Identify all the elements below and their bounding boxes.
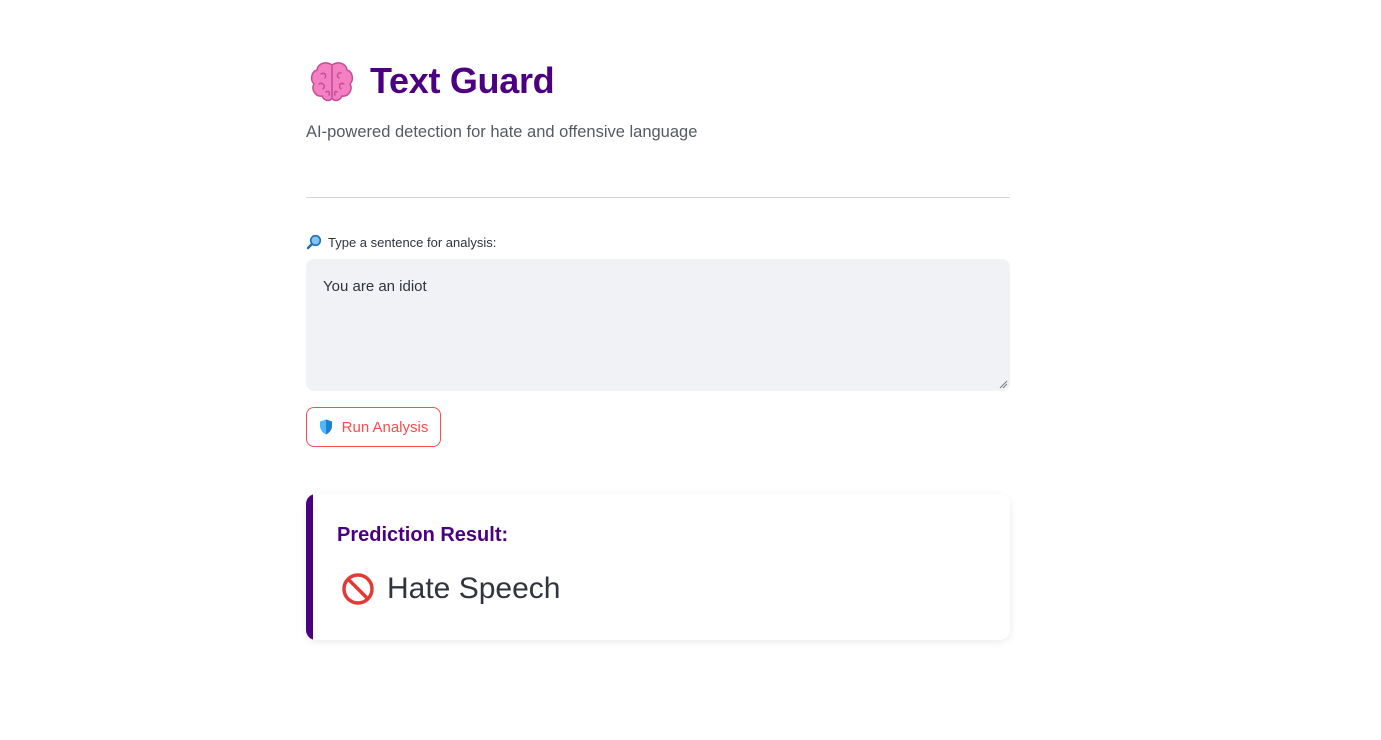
- header: Text Guard: [308, 56, 555, 106]
- sentence-textarea[interactable]: You are an idiot: [306, 259, 1010, 391]
- magnifier-icon: [306, 234, 322, 250]
- result-value: Hate Speech: [387, 572, 561, 605]
- page-title: Text Guard: [370, 60, 555, 101]
- resize-handle-icon[interactable]: [999, 380, 1008, 389]
- run-analysis-label[interactable]: Run Analysis: [342, 419, 429, 436]
- divider: [306, 197, 1010, 198]
- result-card: Prediction Result: Hate Speech: [306, 494, 1010, 640]
- result-row: Hate Speech: [341, 572, 560, 606]
- result-heading: Prediction Result:: [337, 524, 509, 546]
- run-analysis-button[interactable]: Run Analysis: [306, 407, 441, 447]
- brain-icon: [310, 62, 354, 102]
- input-label: Type a sentence for analysis:: [306, 234, 496, 250]
- sentence-textarea-value[interactable]: You are an idiot: [323, 278, 427, 295]
- input-label-text: Type a sentence for analysis:: [328, 234, 497, 250]
- result-accent-bar: [306, 494, 313, 640]
- prohibited-icon: [342, 573, 374, 605]
- page-subtitle: AI-powered detection for hate and offens…: [306, 123, 698, 141]
- shield-icon: [319, 419, 332, 435]
